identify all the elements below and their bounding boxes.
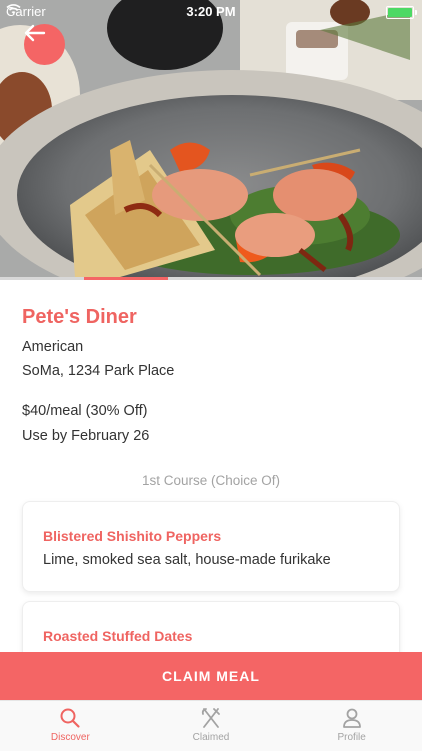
menu-item-description: Lime, smoked sea salt, house-made furika… bbox=[43, 552, 331, 568]
fork-knife-icon bbox=[201, 708, 220, 728]
price-label: $40/meal (30% Off) bbox=[22, 403, 148, 419]
tab-label: Discover bbox=[50, 732, 90, 743]
menu-item-name: Roasted Stuffed Dates bbox=[43, 628, 193, 644]
cuisine-label: American bbox=[22, 339, 84, 355]
claim-meal-button[interactable]: CLAIM MEAL bbox=[0, 652, 422, 700]
status-time: 3:20 PM bbox=[186, 4, 236, 19]
person-icon bbox=[342, 708, 361, 728]
back-button[interactable] bbox=[24, 24, 65, 65]
tab-label: Profile bbox=[337, 732, 366, 743]
tab-profile[interactable]: Profile bbox=[281, 701, 422, 751]
battery-icon bbox=[386, 6, 417, 19]
battery-fill bbox=[388, 8, 412, 17]
restaurant-name: Pete's Diner bbox=[22, 306, 137, 328]
search-icon bbox=[60, 708, 80, 728]
meal-details: Pete's Diner American SoMa, 1234 Park Pl… bbox=[0, 280, 422, 652]
tab-bar: Discover Claimed Profile bbox=[0, 700, 422, 751]
status-bar: Carrier 3:20 PM bbox=[0, 0, 422, 24]
menu-item-name: Blistered Shishito Peppers bbox=[43, 528, 222, 544]
use-by-label: Use by February 26 bbox=[22, 428, 150, 444]
course-title: 1st Course (Choice Of) bbox=[141, 473, 281, 488]
hero-image: Carrier 3:20 PM bbox=[0, 0, 422, 277]
menu-item-card[interactable]: Roasted Stuffed Dates bbox=[22, 601, 400, 652]
tab-label: Claimed bbox=[192, 732, 230, 743]
arrow-left-icon bbox=[24, 24, 46, 42]
tab-discover[interactable]: Discover bbox=[0, 701, 141, 751]
address-label: SoMa, 1234 Park Place bbox=[22, 363, 175, 379]
tab-claimed[interactable]: Claimed bbox=[141, 701, 282, 751]
menu-item-card[interactable]: Blistered Shishito Peppers Lime, smoked … bbox=[22, 501, 400, 592]
battery-nub bbox=[415, 10, 417, 15]
